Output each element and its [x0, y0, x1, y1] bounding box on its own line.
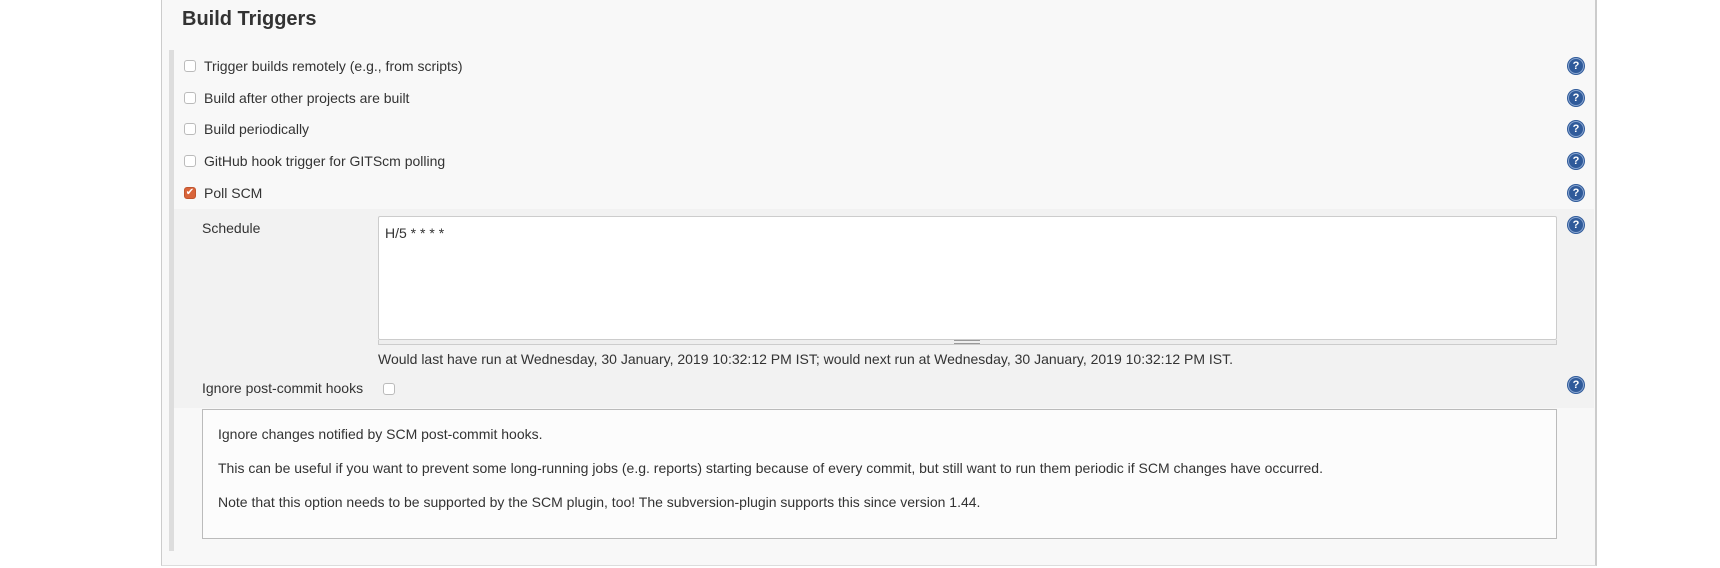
schedule-info: Would last have run at Wednesday, 30 Jan…	[378, 351, 1234, 367]
help-glyph: ?	[1572, 92, 1580, 104]
trigger-remote-checkbox[interactable]	[184, 60, 196, 72]
schedule-help-icon[interactable]: ?	[1568, 217, 1584, 233]
help-glyph: ?	[1572, 187, 1580, 199]
schedule-input[interactable]: H/5 * * * *	[378, 216, 1557, 340]
check-icon: ✔	[185, 187, 195, 198]
section-title: Build Triggers	[182, 8, 317, 30]
trigger-remote-row[interactable]: Trigger builds remotely (e.g., from scri…	[184, 56, 463, 76]
help-glyph: ?	[1572, 379, 1580, 391]
help-paragraph: This can be useful if you want to preven…	[218, 460, 1323, 476]
github-hook-checkbox[interactable]	[184, 155, 196, 167]
github-hook-row[interactable]: GitHub hook trigger for GITScm polling	[184, 151, 445, 171]
poll-scm-checkbox[interactable]: ✔	[184, 187, 196, 199]
help-paragraph: Ignore changes notified by SCM post-comm…	[218, 426, 543, 442]
schedule-label: Schedule	[202, 220, 261, 236]
build-periodically-row[interactable]: Build periodically	[184, 119, 309, 139]
help-icon[interactable]: ?	[1568, 153, 1584, 169]
build-periodically-checkbox[interactable]	[184, 123, 196, 135]
build-periodically-label[interactable]: Build periodically	[204, 121, 309, 137]
build-after-label[interactable]: Build after other projects are built	[204, 90, 409, 106]
help-icon[interactable]: ?	[1568, 121, 1584, 137]
textarea-resize-handle[interactable]	[378, 340, 1557, 345]
help-glyph: ?	[1572, 219, 1580, 231]
poll-scm-label[interactable]: Poll SCM	[204, 185, 262, 201]
build-after-checkbox[interactable]	[184, 92, 196, 104]
help-paragraph: Note that this option needs to be suppor…	[218, 494, 981, 510]
help-icon[interactable]: ?	[1568, 90, 1584, 106]
trigger-remote-label[interactable]: Trigger builds remotely (e.g., from scri…	[204, 58, 463, 74]
ignore-hooks-checkbox[interactable]	[383, 383, 395, 395]
help-icon[interactable]: ?	[1568, 58, 1584, 74]
poll-scm-row[interactable]: ✔ Poll SCM	[184, 183, 262, 203]
help-glyph: ?	[1572, 155, 1580, 167]
help-icon[interactable]: ?	[1568, 185, 1584, 201]
ignore-hooks-label: Ignore post-commit hooks	[202, 380, 364, 396]
github-hook-label[interactable]: GitHub hook trigger for GITScm polling	[204, 153, 445, 169]
ignore-hooks-help-panel: Ignore changes notified by SCM post-comm…	[202, 409, 1557, 539]
ignore-hooks-help-icon[interactable]: ?	[1568, 377, 1584, 393]
help-glyph: ?	[1572, 60, 1580, 72]
help-glyph: ?	[1572, 123, 1580, 135]
build-after-row[interactable]: Build after other projects are built	[184, 88, 409, 108]
